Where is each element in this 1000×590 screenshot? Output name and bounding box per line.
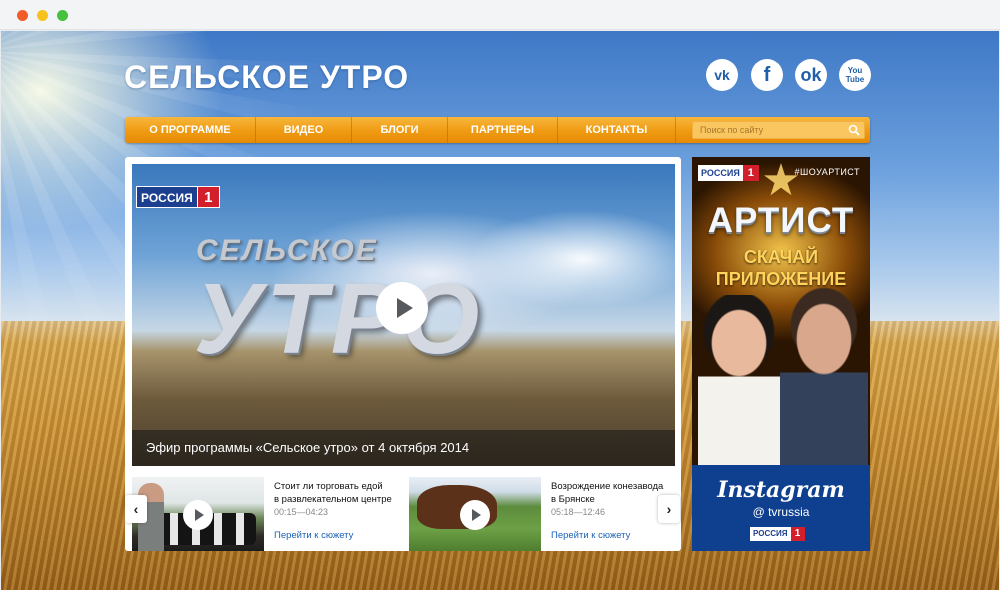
channel-name: РОССИЯ xyxy=(136,186,198,208)
channel-logo: РОССИЯ 1 xyxy=(136,186,220,208)
nav-item-about[interactable]: О ПРОГРАММЕ xyxy=(125,117,256,143)
banner-channel-logo: РОССИЯ 1 xyxy=(698,165,759,181)
show-title-bottom: УТРО xyxy=(194,263,484,375)
youtube-icon-bottom: Tube xyxy=(845,75,865,84)
host-photo-man xyxy=(780,287,868,465)
search-input[interactable] xyxy=(693,122,843,138)
youtube-icon-top: You xyxy=(847,66,863,75)
nav-item-blogs[interactable]: БЛОГИ xyxy=(352,117,448,143)
page: СЕЛЬСКОЕ УТРО vk f ok You Tube О ПРОГРАМ… xyxy=(1,31,999,590)
banner-title: АРТИСТ xyxy=(707,201,855,240)
instagram-promo[interactable]: Instagram @ tvrussia РОССИЯ 1 xyxy=(692,465,870,551)
site-search xyxy=(692,121,865,139)
related-video-thumbnail[interactable] xyxy=(409,477,541,551)
video-caption: Эфир программы «Сельское утро» от 4 октя… xyxy=(132,430,675,466)
related-video-title-line: Стоит ли торговать едой xyxy=(274,481,383,492)
nav-item-contacts[interactable]: КОНТАКТЫ xyxy=(558,117,676,143)
related-video-title[interactable]: Стоит ли торговать едой в развлекательно… xyxy=(274,480,392,506)
play-icon[interactable] xyxy=(376,282,428,334)
play-icon[interactable] xyxy=(460,500,490,530)
nav-item-video[interactable]: ВИДЕО xyxy=(256,117,352,143)
instagram-brand: Instagram xyxy=(717,477,845,503)
banner-channel-name: РОССИЯ xyxy=(698,165,743,181)
play-icon[interactable] xyxy=(183,500,213,530)
host-photo-woman xyxy=(698,295,780,465)
window-maximize-button[interactable] xyxy=(57,10,68,21)
star-icon: ★ xyxy=(761,157,801,205)
nav-item-partners[interactable]: ПАРТНЕРЫ xyxy=(448,117,558,143)
instagram-channel-name: РОССИЯ xyxy=(750,527,791,541)
banner-cta-line1: СКАЧАЙ xyxy=(743,247,819,267)
vk-icon[interactable]: vk xyxy=(706,59,738,91)
related-video-title[interactable]: Возрождение конезавода в Брянске xyxy=(551,480,663,506)
related-video-thumbnail[interactable] xyxy=(132,477,264,551)
related-video-link[interactable]: Перейти к сюжету xyxy=(274,530,353,541)
channel-number: 1 xyxy=(197,186,220,208)
related-video-title-line: Возрождение конезавода xyxy=(551,481,664,492)
main-navigation: О ПРОГРАММЕ ВИДЕО БЛОГИ ПАРТНЕРЫ КОНТАКТ… xyxy=(125,117,870,143)
instagram-channel-logo: РОССИЯ 1 xyxy=(750,527,805,541)
related-video-title-line: в развлекательном центре xyxy=(274,494,392,505)
site-logo[interactable]: СЕЛЬСКОЕ УТРО xyxy=(124,59,409,96)
carousel-next-button[interactable]: › xyxy=(658,495,680,523)
facebook-icon[interactable]: f xyxy=(751,59,783,91)
video-section: РОССИЯ 1 СЕЛЬСКОЕ УТРО Эфир программы «С… xyxy=(125,157,681,551)
search-icon[interactable] xyxy=(848,124,860,136)
related-video-link[interactable]: Перейти к сюжету xyxy=(551,530,630,541)
related-video-time: 05:18—12:46 xyxy=(551,507,606,517)
related-video-title-line: в Брянске xyxy=(551,494,595,505)
instagram-handle: @ tvrussia xyxy=(752,505,810,519)
instagram-channel-number: 1 xyxy=(790,527,805,541)
promo-banner[interactable]: РОССИЯ 1 #ШОУАРТИСТ ★ АРТИСТ СКАЧАЙ ПРИЛ… xyxy=(692,157,870,551)
odnoklassniki-icon[interactable]: ok xyxy=(795,59,827,91)
carousel-prev-button[interactable]: ‹ xyxy=(125,495,147,523)
browser-chrome xyxy=(0,0,1000,30)
video-player[interactable]: РОССИЯ 1 СЕЛЬСКОЕ УТРО Эфир программы «С… xyxy=(132,164,675,466)
window-minimize-button[interactable] xyxy=(37,10,48,21)
window-close-button[interactable] xyxy=(17,10,28,21)
related-video-time: 00:15—04:23 xyxy=(274,507,329,517)
youtube-icon[interactable]: You Tube xyxy=(839,59,871,91)
